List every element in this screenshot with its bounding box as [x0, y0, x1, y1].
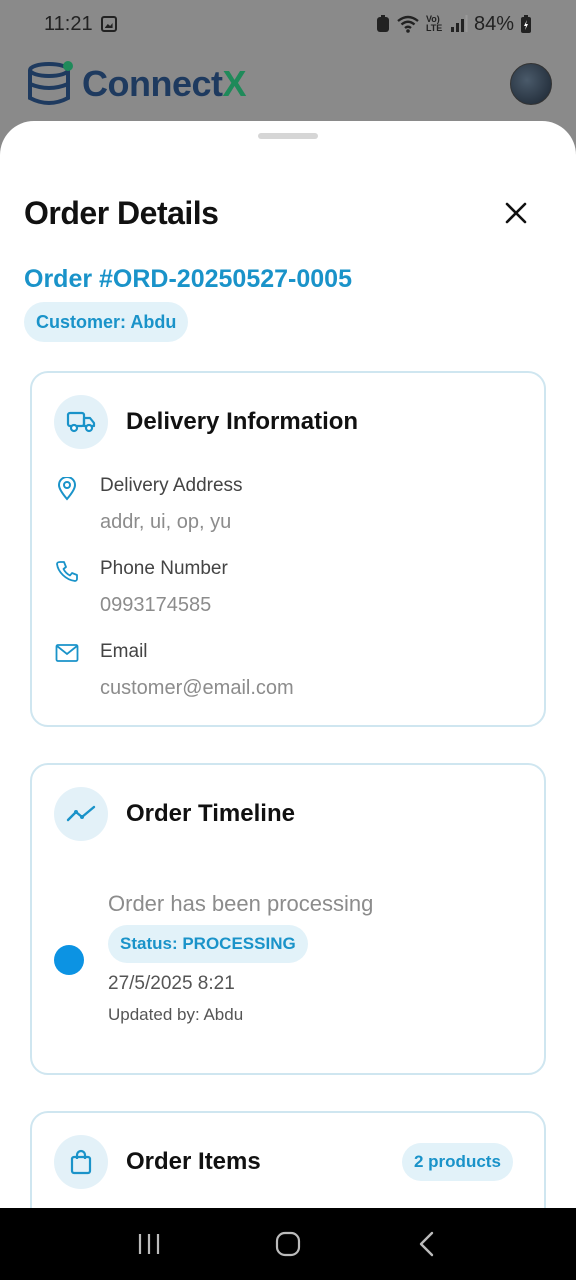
timeline-date: 27/5/2025 8:21 [108, 973, 235, 994]
items-icon-circle [54, 1135, 108, 1189]
home-icon [275, 1231, 301, 1257]
address-value: addr, ui, op, yu [100, 511, 232, 533]
network-type-label: Vo) LTE [425, 14, 443, 33]
back-button[interactable] [397, 1219, 457, 1269]
email-row: Email customer@email.com [54, 641, 294, 700]
back-icon [419, 1231, 433, 1257]
status-time: 11:21 [44, 12, 93, 35]
sheet-drag-handle[interactable] [258, 133, 318, 139]
timeline-entry: Order has been processing Status: PROCES… [108, 891, 373, 1025]
shopping-bag-icon [70, 1149, 92, 1175]
timeline-card-header: Order Timeline [54, 787, 295, 841]
brand-name: ConnectX [82, 63, 247, 105]
order-items-card: Order Items 2 products [30, 1111, 546, 1208]
delivery-info-card: Delivery Information Delivery Address ad… [30, 371, 546, 727]
timeline-dot [54, 945, 84, 975]
status-right-group: Vo) LTE 84% [376, 13, 532, 36]
timeline-updated-by: Updated by: Abdu [108, 1005, 244, 1024]
order-details-sheet: Order Details Order #ORD-20250527-0005 C… [0, 121, 576, 1208]
phone-label: Phone Number [100, 558, 228, 579]
phone-icon [54, 558, 80, 584]
address-label: Delivery Address [100, 475, 243, 496]
phone-value[interactable]: 0993174585 [100, 594, 228, 617]
close-icon [505, 202, 527, 224]
close-button[interactable] [496, 193, 536, 233]
status-bar: 11:21 Vo) LTE 84% [0, 0, 576, 48]
delivery-card-header: Delivery Information [54, 395, 358, 449]
truck-icon [66, 411, 96, 433]
database-logo-icon [28, 61, 73, 105]
app-header: ConnectX [0, 52, 576, 116]
items-card-title: Order Items [126, 1148, 261, 1175]
battery-percent: 84% [473, 12, 514, 35]
status-time-group: 11:21 [44, 13, 117, 36]
email-value[interactable]: customer@email.com [100, 677, 294, 700]
brand-name-accent: X [222, 63, 247, 104]
trend-icon [66, 805, 96, 822]
wifi-icon [397, 15, 419, 33]
recent-apps-button[interactable] [119, 1219, 179, 1269]
address-row: Delivery Address addr, ui, op, yu [54, 475, 243, 534]
page-title: Order Details [24, 195, 219, 231]
mail-icon [54, 641, 80, 667]
signal-icon [450, 15, 468, 32]
delivery-icon-circle [54, 395, 108, 449]
customer-chip: Customer: Abdu [24, 302, 189, 342]
brand-name-main: Connect [82, 63, 223, 104]
phone-row: Phone Number 0993174585 [54, 558, 228, 617]
home-button[interactable] [258, 1219, 318, 1269]
avatar[interactable] [510, 63, 552, 105]
email-label: Email [100, 641, 148, 662]
gallery-notification-icon [100, 16, 117, 32]
order-timeline-card: Order Timeline Order has been processing… [30, 763, 546, 1075]
order-id: Order #ORD-20250527-0005 [24, 265, 352, 293]
location-pin-icon [54, 475, 80, 501]
timeline-card-title: Order Timeline [126, 800, 295, 827]
alarm-icon [376, 15, 389, 32]
system-nav-bar [0, 1208, 576, 1280]
delivery-card-title: Delivery Information [126, 408, 359, 435]
battery-charging-icon [521, 15, 531, 33]
products-count-badge: 2 products [402, 1143, 513, 1181]
recents-icon [139, 1234, 160, 1254]
status-badge: Status: PROCESSING [108, 925, 308, 963]
brand-logo: ConnectX [28, 60, 247, 108]
items-card-header: Order Items [54, 1135, 261, 1189]
timeline-description: Order has been processing [108, 891, 374, 916]
timeline-icon-circle [54, 787, 108, 841]
